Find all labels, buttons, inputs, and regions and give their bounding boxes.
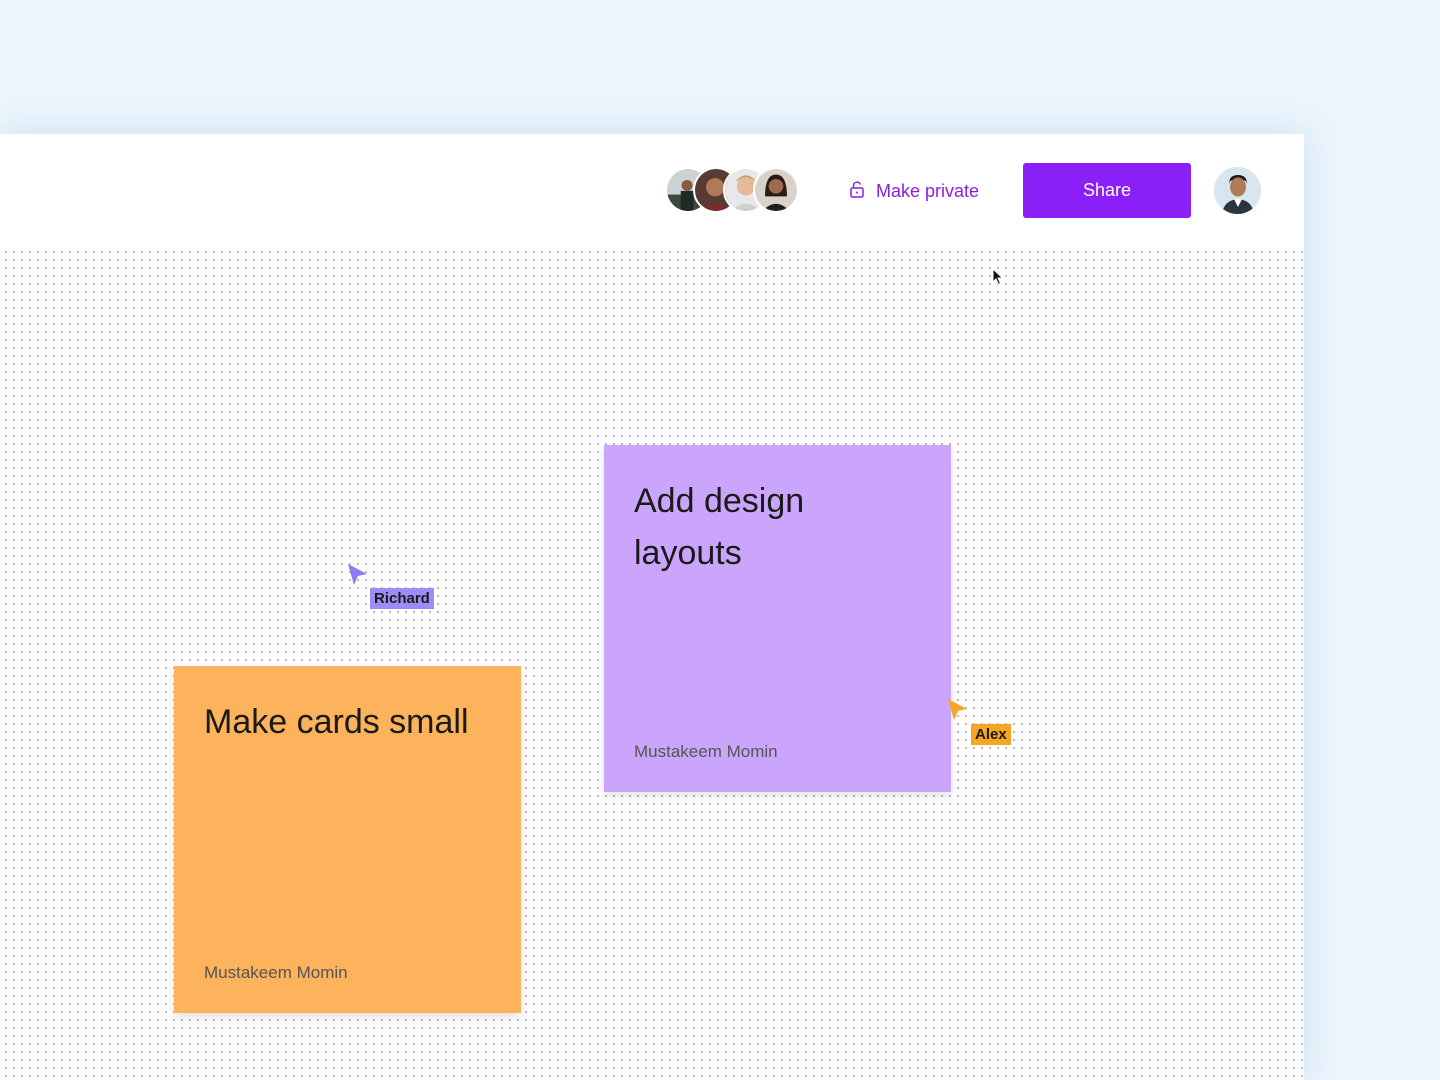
collaborator-avatars[interactable] bbox=[665, 167, 805, 215]
sticky-title: Make cards small bbox=[204, 703, 469, 741]
cursor-label-richard: Richard bbox=[370, 588, 434, 609]
cursor-icon bbox=[346, 562, 370, 588]
make-private-label: Make private bbox=[876, 180, 980, 201]
avatar[interactable] bbox=[753, 167, 799, 213]
top-bar: Make private Share bbox=[0, 134, 1304, 246]
unlock-icon bbox=[848, 180, 866, 203]
whiteboard-canvas[interactable]: Add design layouts Mustakeem Momin Make … bbox=[0, 246, 1304, 1080]
sticky-title: Add design layouts bbox=[634, 482, 805, 572]
board-window: Make private Share Add design layouts Mu… bbox=[0, 134, 1304, 1080]
sticky-note[interactable]: Add design layouts Mustakeem Momin bbox=[604, 445, 951, 792]
make-private-button[interactable]: Make private bbox=[848, 178, 979, 204]
sticky-note[interactable]: Make cards small Mustakeem Momin bbox=[174, 666, 521, 1013]
share-button[interactable]: Share bbox=[1023, 163, 1191, 218]
sticky-author: Mustakeem Momin bbox=[634, 742, 778, 761]
cursor-label-alex: Alex bbox=[971, 724, 1011, 745]
cursor-icon bbox=[946, 697, 970, 723]
current-user-avatar[interactable] bbox=[1214, 167, 1261, 214]
mouse-pointer-icon bbox=[992, 267, 1004, 291]
sticky-author: Mustakeem Momin bbox=[204, 963, 348, 982]
